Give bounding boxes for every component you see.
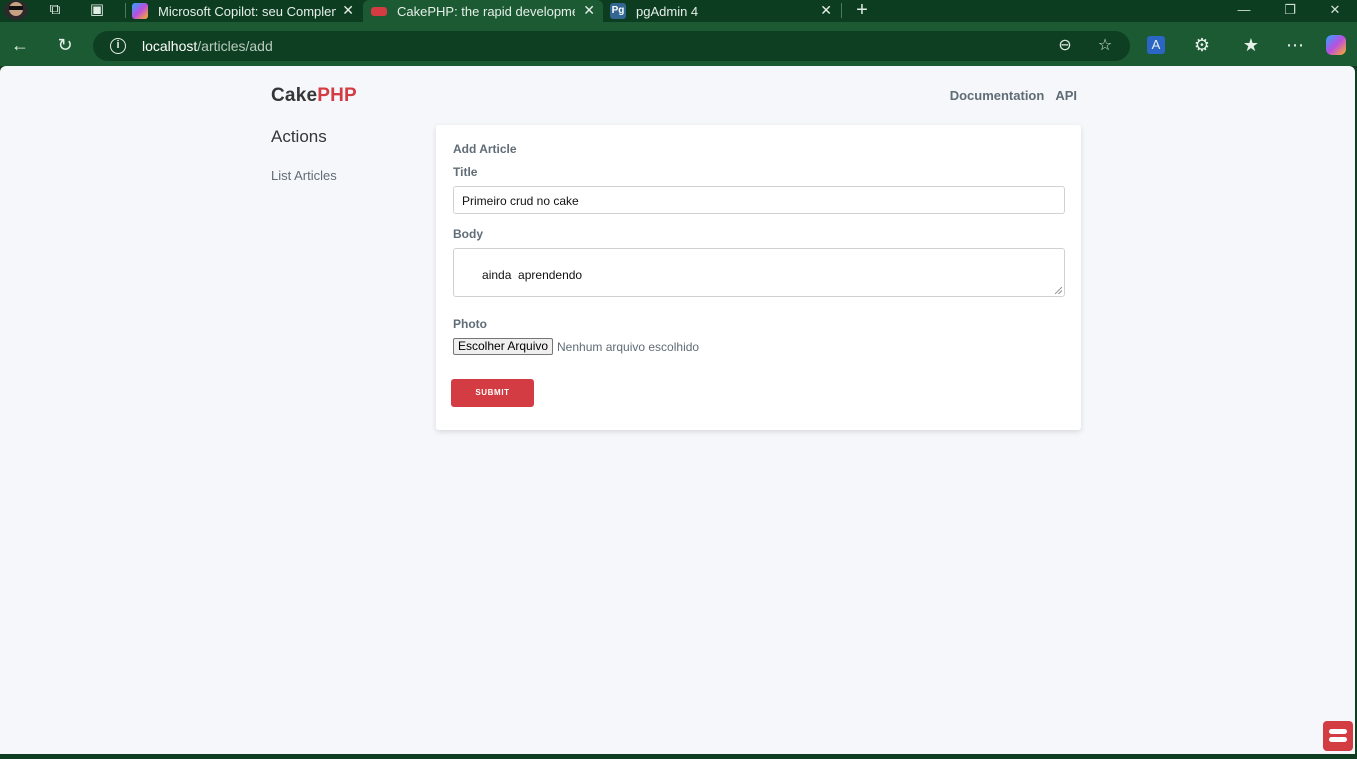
- body-value: ainda aprendendo: [482, 268, 583, 282]
- body-label: Body: [453, 227, 483, 241]
- cakephp-logo[interactable]: CakePHP: [271, 85, 357, 107]
- tab-strip: ⧉ ▣ Microsoft Copilot: seu Compleme ✕ Ca…: [0, 0, 1357, 22]
- photo-label: Photo: [453, 317, 487, 331]
- file-status: Nenhum arquivo escolhido: [557, 340, 700, 354]
- tab-cakephp[interactable]: CakePHP: the rapid development ✕: [363, 0, 603, 22]
- tab-title: CakePHP: the rapid development: [397, 3, 575, 19]
- tab-title: Microsoft Copilot: seu Compleme: [158, 3, 336, 19]
- copilot-icon: [132, 3, 148, 19]
- minimize-icon[interactable]: —: [1221, 0, 1267, 22]
- url-text[interactable]: localhost/articles/add: [142, 38, 273, 54]
- tab-actions-icon[interactable]: ▣: [88, 1, 106, 19]
- extensions-icon[interactable]: ⚙: [1191, 34, 1213, 56]
- address-bar[interactable]: i localhost/articles/add ⊖ ☆: [93, 31, 1130, 61]
- new-tab-icon[interactable]: +: [853, 0, 871, 20]
- title-label: Title: [453, 165, 478, 179]
- tab-separator: [841, 3, 842, 18]
- browser-toolbar: ← ↻ i localhost/articles/add ⊖ ☆ A ⚙ ★ ⋯: [0, 22, 1357, 66]
- choose-file-button[interactable]: Escolher Arquivo: [453, 338, 554, 355]
- more-menu-icon[interactable]: ⋯: [1284, 34, 1306, 56]
- restore-icon[interactable]: ❐: [1267, 0, 1313, 22]
- profile-avatar[interactable]: [4, 0, 28, 20]
- back-icon[interactable]: ←: [9, 34, 31, 56]
- favorite-star-icon[interactable]: ☆: [1095, 36, 1115, 56]
- page-viewport: CakePHP Documentation API Actions List A…: [0, 66, 1355, 754]
- top-nav: Documentation API: [950, 88, 1077, 103]
- tab-title: pgAdmin 4: [636, 3, 699, 19]
- translate-icon[interactable]: A: [1147, 36, 1165, 54]
- pgadmin-icon: Pg: [610, 3, 626, 19]
- form-legend: Add Article: [453, 142, 517, 156]
- add-article-form: Add Article Title Primeiro crud no cake …: [436, 125, 1081, 430]
- list-articles-link[interactable]: List Articles: [271, 168, 337, 183]
- tab-pgadmin[interactable]: Pg pgAdmin 4 ✕: [602, 0, 840, 22]
- body-textarea[interactable]: ainda aprendendo: [453, 248, 1065, 297]
- window-border: [0, 754, 1357, 759]
- cakephp-icon: [371, 6, 387, 16]
- api-link[interactable]: API: [1055, 88, 1077, 103]
- resize-handle-icon[interactable]: [1055, 287, 1062, 294]
- zoom-out-icon[interactable]: ⊖: [1055, 36, 1075, 56]
- workspaces-icon[interactable]: ⧉: [46, 1, 64, 19]
- actions-heading: Actions: [271, 127, 327, 146]
- close-icon[interactable]: ✕: [820, 2, 832, 19]
- submit-button[interactable]: SUBMIT: [451, 379, 534, 407]
- documentation-link[interactable]: Documentation: [950, 88, 1045, 103]
- refresh-icon[interactable]: ↻: [54, 34, 76, 56]
- close-icon[interactable]: ✕: [583, 2, 595, 19]
- close-icon[interactable]: ✕: [342, 2, 354, 19]
- title-input[interactable]: Primeiro crud no cake: [453, 186, 1065, 214]
- cakephp-debug-icon[interactable]: [1323, 721, 1353, 751]
- favorites-icon[interactable]: ★: [1240, 34, 1262, 56]
- site-info-icon[interactable]: i: [110, 38, 126, 54]
- copilot-icon[interactable]: [1326, 35, 1346, 55]
- tab-copilot[interactable]: Microsoft Copilot: seu Compleme ✕: [124, 0, 362, 22]
- close-window-icon[interactable]: ✕: [1312, 0, 1357, 22]
